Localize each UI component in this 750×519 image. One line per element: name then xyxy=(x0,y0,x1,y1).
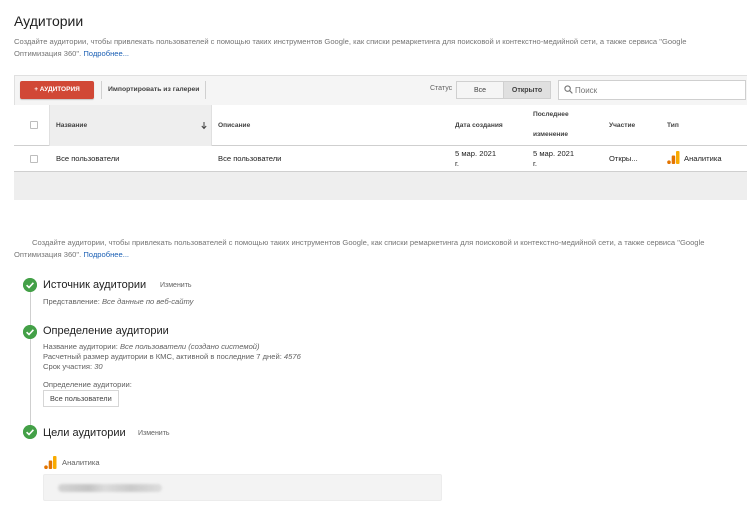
sort-down-icon[interactable] xyxy=(200,121,208,130)
search-input[interactable] xyxy=(575,82,740,98)
audience-name-value: Все пользователи (создано системой) xyxy=(119,342,260,351)
audience-definition-chip[interactable]: Все пользователи xyxy=(43,390,119,407)
select-all-checkbox[interactable] xyxy=(30,121,38,129)
audience-type-link[interactable]: Аналитика xyxy=(684,154,722,163)
check-circle-icon xyxy=(23,278,37,292)
audience-size-value: 4576 xyxy=(283,352,301,361)
audience-modified-line2: г. xyxy=(533,159,537,168)
analytics-icon xyxy=(667,151,680,164)
detail-learn-more-link[interactable]: Подробнее... xyxy=(83,250,129,259)
column-header-type[interactable]: Тип xyxy=(667,122,679,129)
table-footer xyxy=(14,172,747,200)
goal-destination-label: Аналитика xyxy=(62,458,100,467)
step-audience-source-title: Источник аудитории xyxy=(43,279,147,291)
redacted-account-id xyxy=(58,484,162,492)
import-from-gallery-button[interactable]: Импортировать из галереи xyxy=(101,81,207,99)
membership-duration-label: Срок участия: xyxy=(43,362,95,371)
page-intro: Создайте аудитории, чтобы привлекать пол… xyxy=(14,36,736,60)
audience-name-label: Название аудитории: xyxy=(43,342,120,351)
row-checkbox[interactable] xyxy=(30,155,38,163)
column-header-modified-line1[interactable]: Последнее xyxy=(533,111,569,118)
detail-intro: Создайте аудитории, чтобы привлекать пол… xyxy=(14,237,736,261)
learn-more-link[interactable]: Подробнее... xyxy=(83,49,129,58)
status-label: Статус xyxy=(430,85,453,92)
audience-size-label: Расчетный размер аудитории в КМС, активн… xyxy=(43,352,284,361)
edit-audience-goals-link[interactable]: Изменить xyxy=(138,430,170,437)
step-connector xyxy=(30,291,31,325)
audience-name-line: Название аудитории: Все пользователи (со… xyxy=(43,342,260,352)
view-label: Представление: xyxy=(43,297,102,306)
audience-definition-label: Определение аудитории: xyxy=(43,380,132,389)
status-filter-all[interactable]: Все xyxy=(456,81,504,99)
audience-size-line: Расчетный размер аудитории в КМС, активн… xyxy=(43,352,301,362)
view-value: Все данные по веб-сайту xyxy=(101,297,194,306)
analytics-icon xyxy=(44,456,57,469)
column-header-created[interactable]: Дата создания xyxy=(455,122,503,129)
audience-created-line1: 5 мар. 2021 xyxy=(455,149,497,158)
audience-created-line2: г. xyxy=(455,159,459,168)
step-connector xyxy=(30,339,31,425)
audience-name-link[interactable]: Все пользователи xyxy=(56,154,119,163)
column-header-participation[interactable]: Участие xyxy=(609,122,635,129)
audience-modified-line1: 5 мар. 2021 xyxy=(533,149,575,158)
audience-participation: Откры... xyxy=(609,154,638,163)
column-header-name[interactable]: Название xyxy=(56,122,87,129)
add-audience-button[interactable]: + АУДИТОРИЯ xyxy=(20,81,94,99)
column-header-modified-line2[interactable]: изменение xyxy=(533,131,568,138)
status-filter-open[interactable]: Открыто xyxy=(503,81,551,99)
membership-duration-line: Срок участия: 30 xyxy=(43,362,103,372)
audience-description: Все пользователи xyxy=(218,154,282,163)
column-header-description[interactable]: Описание xyxy=(218,122,250,129)
check-circle-icon xyxy=(23,325,37,339)
membership-duration-value: 30 xyxy=(94,362,103,371)
check-circle-icon xyxy=(23,425,37,439)
search-icon xyxy=(564,85,573,94)
step-audience-goals-title: Цели аудитории xyxy=(43,427,126,439)
edit-audience-source-link[interactable]: Изменить xyxy=(160,282,192,289)
page-title: Аудитории xyxy=(14,13,84,29)
audience-source-view: Представление: Все данные по веб-сайту xyxy=(43,297,193,307)
step-audience-definition-title: Определение аудитории xyxy=(43,325,169,337)
